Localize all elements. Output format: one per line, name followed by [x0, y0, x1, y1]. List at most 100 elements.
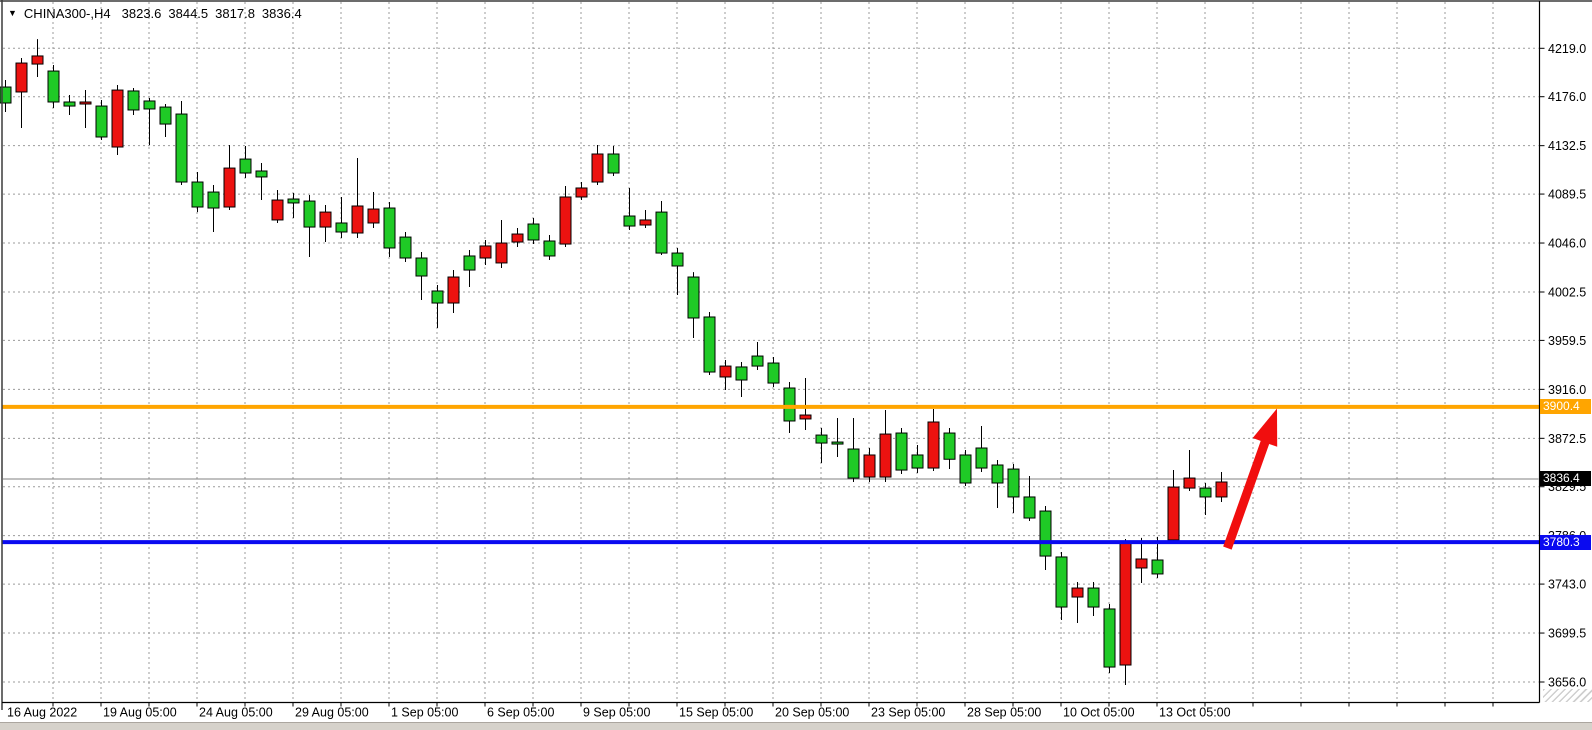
time-axis[interactable]: 16 Aug 2022 19 Aug 05:00 24 Aug 05:00 29 Au… [7, 703, 1493, 720]
chart-window: 4219.04176.04132.54089.54046.04002.53959… [0, 0, 1592, 730]
candle-up [944, 433, 955, 459]
bottom-window-strip [0, 722, 1592, 730]
candle-up [160, 107, 171, 124]
candle-up [1104, 609, 1115, 667]
time-tick-label: 13 Oct 05:00 [1159, 706, 1231, 720]
gridlines [3, 2, 1539, 702]
candle-up [256, 171, 267, 177]
candle-up [608, 154, 619, 173]
candle-up [208, 192, 219, 208]
candle-down [928, 422, 939, 468]
candle-up [976, 448, 987, 468]
resistance-price-badge: 3900.4 [1540, 399, 1591, 414]
candle-up [1200, 488, 1211, 497]
candle-up [896, 433, 907, 470]
candle-down [16, 63, 27, 92]
price-tick-label: 4176.0 [1548, 90, 1586, 104]
trend-arrow-shaft[interactable] [1227, 435, 1267, 548]
trend-arrow-head[interactable] [1253, 408, 1277, 446]
price-tick-label: 3959.5 [1548, 334, 1586, 348]
price-tick-label: 3872.5 [1548, 432, 1586, 446]
candle-up [416, 258, 427, 276]
ohlc-open: 3823.6 [122, 6, 162, 21]
candle-up [672, 253, 683, 266]
symbol-title: CHINA300-,H4 [24, 6, 111, 21]
time-tick-label: 15 Sep 05:00 [679, 706, 753, 720]
candle-up [464, 256, 475, 270]
candle-up [752, 356, 763, 366]
candle-up [912, 455, 923, 468]
ohlc-close: 3836.4 [262, 6, 302, 21]
candle-up [832, 442, 843, 444]
time-tick-label: 10 Oct 05:00 [1063, 706, 1135, 720]
candle-up [192, 182, 203, 207]
candle-down [1168, 487, 1179, 540]
candle-up [656, 212, 667, 253]
candle-down [1136, 559, 1147, 568]
candle-up [400, 237, 411, 258]
candle-up [384, 208, 395, 248]
candle-up [544, 241, 555, 256]
price-axis[interactable]: 4219.04176.04132.54089.54046.04002.53959… [1540, 42, 1587, 690]
candle-up [304, 201, 315, 227]
time-tick-label: 16 Aug 2022 [7, 706, 77, 720]
candle-up [960, 455, 971, 483]
candle-down [864, 455, 875, 477]
candle-up [1152, 560, 1163, 574]
candle-down [560, 197, 571, 244]
support-price-badge: 3780.3 [1540, 535, 1591, 550]
time-tick-label: 29 Aug 05:00 [295, 706, 369, 720]
candle-down [512, 234, 523, 242]
candle-up [240, 159, 251, 173]
time-tick-label: 23 Sep 05:00 [871, 706, 945, 720]
price-tick-label: 3743.0 [1548, 578, 1586, 592]
candles-series [0, 39, 1227, 685]
candle-down [496, 243, 507, 263]
candle-down [352, 206, 363, 233]
candle-up [816, 435, 827, 443]
time-tick-label: 1 Sep 05:00 [391, 706, 458, 720]
candle-down [880, 434, 891, 477]
candle-up [1008, 469, 1019, 497]
price-tick-label: 3656.0 [1548, 676, 1586, 690]
candle-up [768, 363, 779, 383]
candle-down [368, 209, 379, 223]
candle-up [1088, 588, 1099, 607]
candle-up [1040, 511, 1051, 556]
price-tick-label: 4219.0 [1548, 42, 1586, 56]
candle-up [528, 224, 539, 240]
price-tick-label: 3916.0 [1548, 383, 1586, 397]
symbol-dropdown-icon[interactable]: ▼ [8, 9, 17, 18]
candle-down [800, 415, 811, 419]
candle-up [704, 317, 715, 372]
ohlc-low: 3817.8 [215, 6, 255, 21]
candle-down [1216, 482, 1227, 497]
time-tick-label: 9 Sep 05:00 [583, 706, 650, 720]
candle-down [272, 200, 283, 220]
candle-up [96, 106, 107, 137]
price-tick-label: 4089.5 [1548, 188, 1586, 202]
current-price-badge: 3836.4 [1540, 471, 1591, 486]
candle-down [32, 56, 43, 64]
candle-up [48, 71, 59, 102]
price-tick-label: 4132.5 [1548, 139, 1586, 153]
time-tick-label: 19 Aug 05:00 [103, 706, 177, 720]
time-tick-label: 24 Aug 05:00 [199, 706, 273, 720]
candle-up [624, 216, 635, 226]
plot-area[interactable]: 4219.04176.04132.54089.54046.04002.53959… [0, 0, 1592, 730]
ohlc-high: 3844.5 [168, 6, 208, 21]
candle-up [336, 223, 347, 232]
candle-up [288, 199, 299, 203]
candle-up [1056, 557, 1067, 607]
candle-down [720, 366, 731, 377]
candle-down [592, 154, 603, 182]
candle-down [80, 102, 91, 104]
candle-down [320, 212, 331, 227]
time-tick-label: 28 Sep 05:00 [967, 706, 1041, 720]
candle-down [576, 188, 587, 197]
candle-down [1120, 543, 1131, 665]
candle-up [688, 277, 699, 318]
candle-up [176, 114, 187, 182]
symbol-header: ▼ CHINA300-,H4 3823.6 3844.5 3817.8 3836… [8, 6, 309, 21]
candle-up [848, 449, 859, 478]
